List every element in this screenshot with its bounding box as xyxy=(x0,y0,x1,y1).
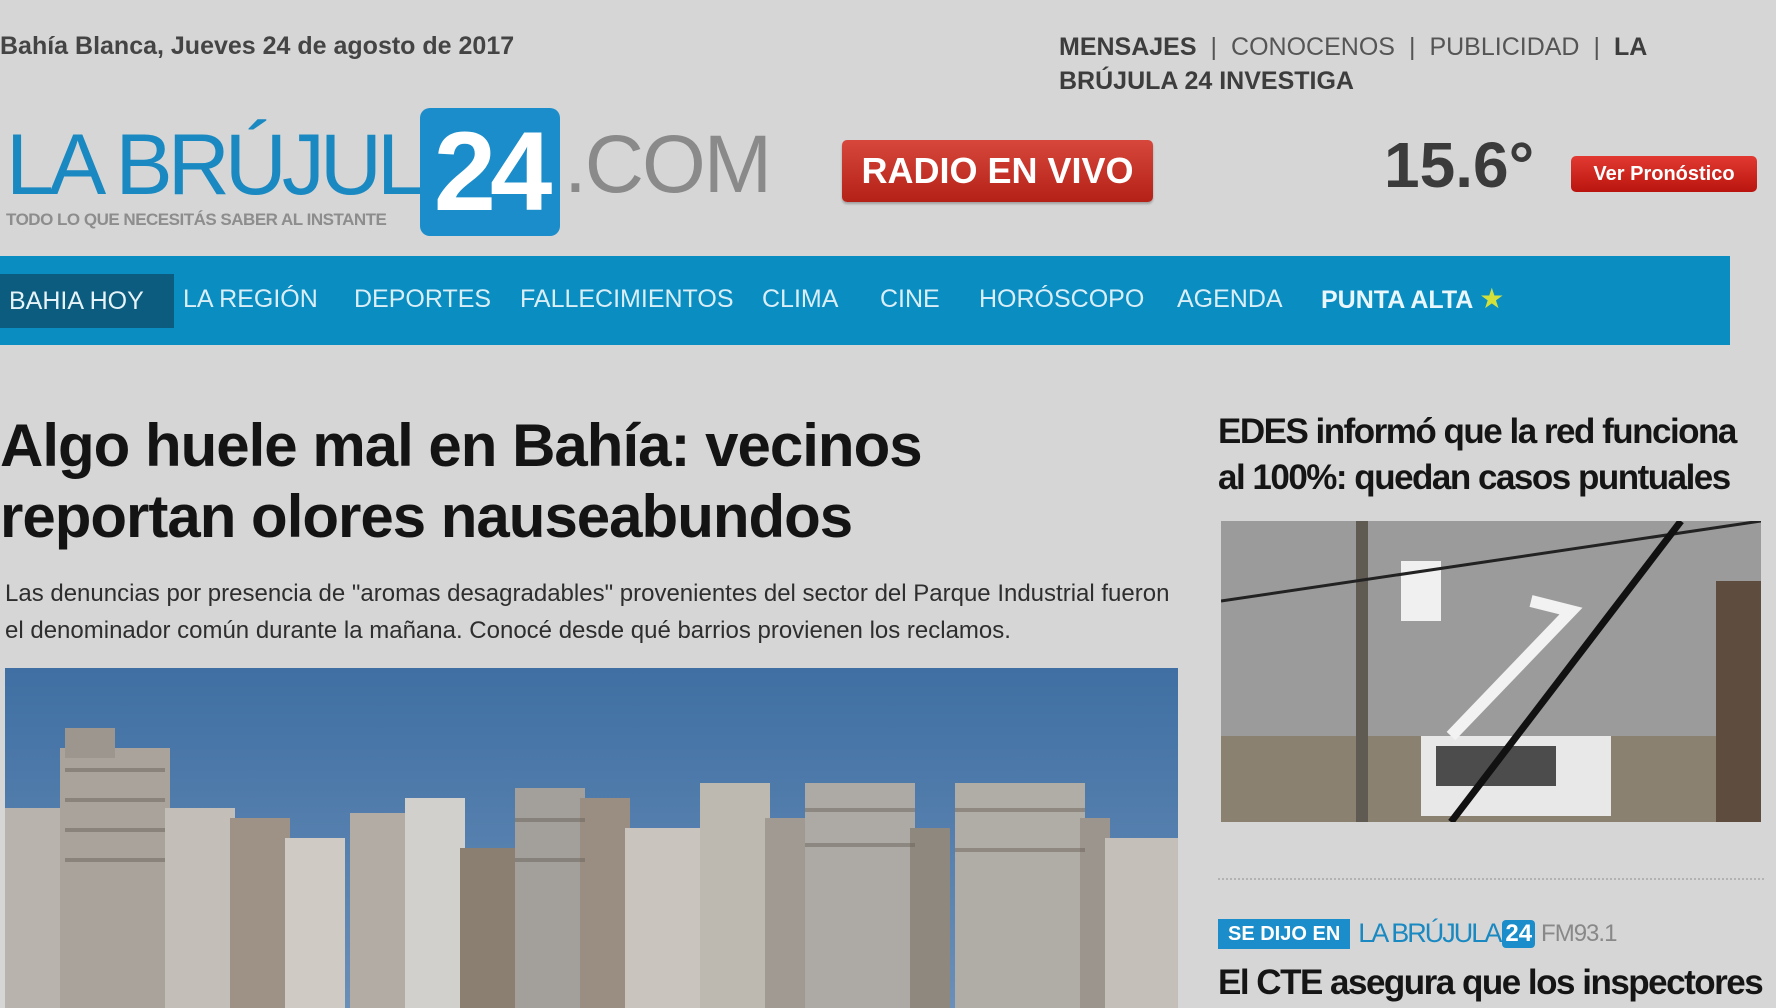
section-divider xyxy=(1218,878,1764,880)
nav-item-bahia-hoy[interactable]: BAHIA HOY xyxy=(0,274,174,328)
main-summary: Las denuncias por presencia de "aromas d… xyxy=(5,580,1170,644)
se-dijo-24: 24 xyxy=(1502,919,1536,948)
star-icon: ★ xyxy=(1479,283,1505,314)
nav-item-label: PUNTA ALTA xyxy=(1321,286,1474,314)
main-nav: BAHIA HOY LA REGIÓN DEPORTES FALLECIMIEN… xyxy=(0,256,1730,345)
se-dijo-banner[interactable]: SE DIJO EN LA BRÚJULA 24 FM93.1 xyxy=(1218,918,1617,950)
temperature: 15.6° xyxy=(1384,129,1535,201)
nav-item-horoscopo[interactable]: HORÓSCOPO xyxy=(979,256,1144,345)
radio-live-button[interactable]: RADIO EN VIVO xyxy=(842,140,1153,202)
nav-item-clima[interactable]: CLIMA xyxy=(762,256,838,345)
nav-item-punta-alta[interactable]: PUNTA ALTA ★ xyxy=(1321,256,1504,345)
se-dijo-tag: SE DIJO EN xyxy=(1218,918,1351,949)
logo-text: LA BRÚJULA xyxy=(6,117,477,213)
date-line: Bahía Blanca, Jueves 24 de agosto de 201… xyxy=(0,32,515,60)
link-separator: | xyxy=(1408,33,1416,61)
logo-24-box: 24 xyxy=(420,108,560,236)
side-article-image[interactable] xyxy=(1221,521,1761,822)
logo-suffix: .COM xyxy=(564,119,772,210)
nav-item-cine[interactable]: CINE xyxy=(880,256,940,345)
link-conocenos[interactable]: CONOCENOS xyxy=(1231,33,1395,61)
nav-item-la-region[interactable]: LA REGIÓN xyxy=(183,256,318,345)
se-dijo-station: FM93.1 xyxy=(1541,919,1617,947)
logo-tagline: TODO LO QUE NECESITÁS SABER AL INSTANTE xyxy=(6,210,387,229)
side-headline[interactable]: EDES informó que la red funciona al 100%… xyxy=(1218,409,1768,501)
link-mensajes[interactable]: MENSAJES xyxy=(1059,33,1197,61)
se-dijo-brand: LA BRÚJULA xyxy=(1358,918,1502,948)
main-article-image[interactable] xyxy=(5,668,1178,1008)
link-separator: | xyxy=(1210,33,1218,61)
site-logo[interactable]: LA BRÚJULA 24 .COM TODO LO QUE NECESITÁS… xyxy=(6,108,772,238)
nav-item-agenda[interactable]: AGENDA xyxy=(1177,256,1283,345)
link-publicidad[interactable]: PUBLICIDAD xyxy=(1429,33,1579,61)
se-dijo-headline[interactable]: El CTE asegura que los inspectores xyxy=(1218,960,1776,1006)
forecast-button[interactable]: Ver Pronóstico xyxy=(1571,156,1757,192)
nav-item-deportes[interactable]: DEPORTES xyxy=(354,256,491,345)
main-headline[interactable]: Algo huele mal en Bahía: vecinos reporta… xyxy=(0,410,1170,552)
link-separator: | xyxy=(1593,33,1601,61)
top-links: MENSAJES | CONOCENOS | PUBLICIDAD | LA BRÚJULA… xyxy=(1059,30,1659,98)
nav-item-fallecimientos[interactable]: FALLECIMIENTOS xyxy=(520,256,734,345)
